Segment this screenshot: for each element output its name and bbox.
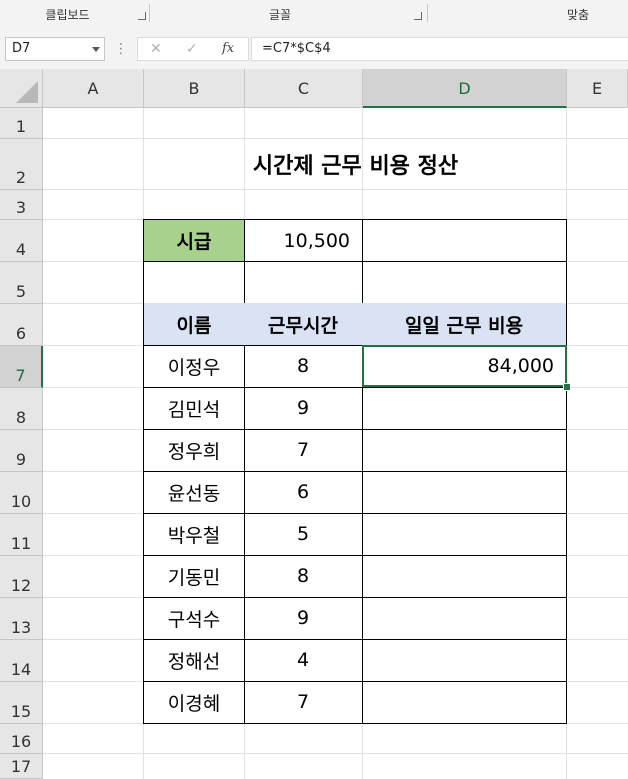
wage-label-cell[interactable]: 시급: [143, 219, 245, 262]
row-header-15[interactable]: 15: [0, 682, 43, 724]
employee-cost-cell[interactable]: [362, 429, 567, 472]
employee-hours-cell[interactable]: 9: [244, 597, 363, 640]
ribbon-group-labels: 클립보드 글꼴 맞춤: [0, 0, 628, 31]
header-name-cell[interactable]: 이름: [143, 303, 245, 346]
column-header-b[interactable]: B: [144, 69, 245, 108]
row-header-11[interactable]: 11: [0, 514, 43, 556]
chevron-down-icon[interactable]: [92, 47, 100, 52]
employee-name-cell[interactable]: 윤선동: [143, 471, 245, 514]
clipboard-dialog-launcher-icon[interactable]: [138, 12, 146, 20]
employee-name-cell[interactable]: 박우철: [143, 513, 245, 556]
column-header-e[interactable]: E: [567, 69, 628, 108]
employee-cost-cell[interactable]: [362, 387, 567, 430]
cell-d4[interactable]: [362, 219, 567, 262]
row-header-3[interactable]: 3: [0, 190, 43, 220]
row-header-9[interactable]: 9: [0, 430, 43, 472]
formula-input[interactable]: =C7*$C$4: [251, 37, 628, 61]
wage-value-cell[interactable]: 10,500: [244, 219, 363, 262]
row-header-7[interactable]: 7: [0, 346, 43, 388]
employee-cost-cell[interactable]: [362, 513, 567, 556]
employee-name-cell[interactable]: 정해선: [143, 639, 245, 682]
row-header-13[interactable]: 13: [0, 598, 43, 640]
row-header-4[interactable]: 4: [0, 220, 43, 262]
row-header-12[interactable]: 12: [0, 556, 43, 598]
ribbon-group-alignment: 맞춤: [566, 8, 590, 22]
employee-name-cell[interactable]: 구석수: [143, 597, 245, 640]
more-options-icon: ⋮: [114, 41, 128, 57]
employee-hours-cell[interactable]: 8: [244, 555, 363, 598]
cancel-icon[interactable]: ✕: [150, 38, 162, 60]
employee-name-cell[interactable]: 정우희: [143, 429, 245, 472]
row-header-14[interactable]: 14: [0, 640, 43, 682]
employee-name-cell[interactable]: 이정우: [143, 345, 245, 388]
employee-cost-cell[interactable]: [362, 681, 567, 724]
formula-tools: ✕ ✓ fx: [137, 37, 249, 61]
employee-hours-cell[interactable]: 7: [244, 681, 363, 724]
column-header-c[interactable]: C: [245, 69, 363, 108]
row-header-17[interactable]: 17: [0, 754, 43, 779]
employee-name-cell[interactable]: 이경혜: [143, 681, 245, 724]
employee-hours-cell[interactable]: 8: [244, 345, 363, 388]
employee-cost-cell[interactable]: [362, 597, 567, 640]
employee-hours-cell[interactable]: 4: [244, 639, 363, 682]
select-all-button[interactable]: [0, 69, 43, 108]
name-box[interactable]: D7: [5, 37, 105, 61]
enter-icon[interactable]: ✓: [186, 38, 198, 60]
cell-d5[interactable]: [362, 261, 567, 304]
insert-function-icon[interactable]: fx: [222, 38, 234, 60]
font-dialog-launcher-icon[interactable]: [414, 12, 422, 20]
row-header-10[interactable]: 10: [0, 472, 43, 514]
column-header-a[interactable]: A: [43, 69, 144, 108]
name-box-value: D7: [12, 41, 31, 56]
row-header-8[interactable]: 8: [0, 388, 43, 430]
formula-bar: D7 ⋮ ✕ ✓ fx =C7*$C$4: [0, 30, 628, 70]
employee-hours-cell[interactable]: 9: [244, 387, 363, 430]
employee-hours-cell[interactable]: 6: [244, 471, 363, 514]
fill-handle[interactable]: [563, 383, 571, 391]
row-header-16[interactable]: 16: [0, 724, 43, 754]
row-header-2[interactable]: 2: [0, 139, 43, 190]
employee-cost-cell[interactable]: [362, 555, 567, 598]
row-header-1[interactable]: 1: [0, 108, 43, 139]
row-header-5[interactable]: 5: [0, 262, 43, 304]
row-header-6[interactable]: 6: [0, 304, 43, 346]
employee-hours-cell[interactable]: 7: [244, 429, 363, 472]
sheet-title[interactable]: 시간제 근무 비용 정산: [144, 139, 567, 189]
employee-cost-cell[interactable]: 84,000: [362, 345, 567, 388]
select-all-triangle-icon: [16, 81, 38, 103]
employee-cost-cell[interactable]: [362, 471, 567, 514]
employee-cost-cell[interactable]: [362, 639, 567, 682]
employee-hours-cell[interactable]: 5: [244, 513, 363, 556]
column-header-d[interactable]: D: [363, 69, 567, 108]
cell-b5[interactable]: [143, 261, 245, 304]
employee-name-cell[interactable]: 김민석: [143, 387, 245, 430]
header-cost-cell[interactable]: 일일 근무 비용: [362, 303, 567, 346]
ribbon-group-clipboard: 클립보드: [45, 8, 90, 22]
header-hours-cell[interactable]: 근무시간: [244, 303, 363, 346]
cell-c5[interactable]: [244, 261, 363, 304]
employee-name-cell[interactable]: 기동민: [143, 555, 245, 598]
ribbon-group-font: 글꼴: [268, 8, 292, 22]
